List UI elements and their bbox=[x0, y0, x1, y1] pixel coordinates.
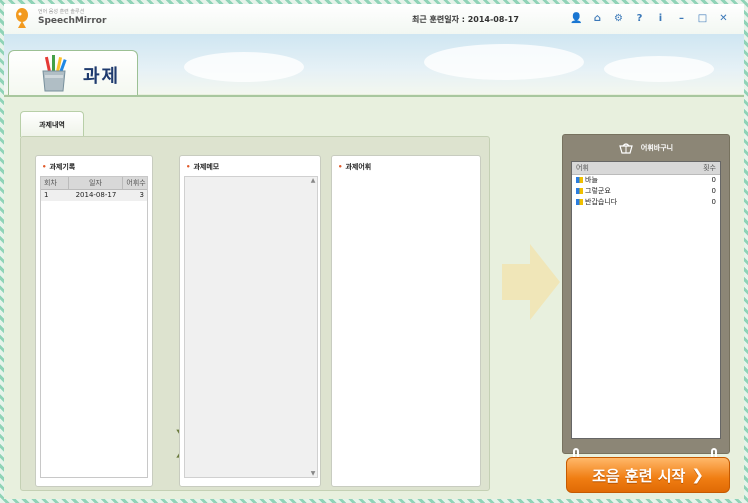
gear-icon[interactable]: ⚙ bbox=[608, 10, 629, 26]
word-count: 0 bbox=[711, 198, 716, 206]
cloud-decoration bbox=[424, 44, 584, 80]
word-label: 바늘 bbox=[576, 175, 598, 186]
home-icon[interactable]: ⌂ bbox=[587, 10, 608, 26]
basket-list: 어휘 횟수 바늘 0 그렇군요 0 반갑습니다 0 bbox=[571, 161, 721, 439]
history-table: 회차 일자 어휘수 1 2014-08-17 3 bbox=[40, 176, 148, 478]
recent-training-date: 최근 훈련일자 : 2014-08-17 bbox=[412, 15, 519, 24]
cell-date: 2014-08-17 bbox=[75, 191, 117, 199]
word-label: 그렇군요 bbox=[576, 186, 611, 197]
window-toolbar: 👤 ⌂ ⚙ ? i – □ ✕ bbox=[566, 10, 734, 26]
word-icon bbox=[576, 188, 583, 194]
maximize-icon[interactable]: □ bbox=[692, 10, 713, 26]
pencil-cup-icon bbox=[42, 55, 67, 92]
word-icon bbox=[576, 199, 583, 205]
start-articulation-training-button[interactable]: 조음 훈련 시작 ❯ bbox=[566, 457, 730, 493]
page-title: 과제 bbox=[83, 66, 121, 87]
app-window: 언어 음성 훈련 솔루션 SpeechMirror 최근 훈련일자 : 2014… bbox=[0, 0, 748, 503]
column-header[interactable]: 어휘수 bbox=[123, 177, 147, 189]
list-item[interactable]: 그렇군요 0 bbox=[572, 186, 720, 197]
memo-textarea[interactable]: ▲ ▼ bbox=[184, 176, 318, 478]
column-header[interactable]: 회차 bbox=[41, 177, 69, 189]
word-count: 0 bbox=[711, 176, 716, 184]
column-header[interactable]: 일자 bbox=[69, 177, 124, 189]
chevron-right-icon: ❯ bbox=[691, 466, 704, 484]
memo-scrollbar[interactable]: ▲ ▼ bbox=[309, 177, 317, 477]
word-icon bbox=[576, 177, 583, 183]
table-header: 어휘 횟수 bbox=[572, 162, 720, 175]
tab-assignment-history[interactable]: 과제내역 bbox=[20, 111, 84, 137]
title-bar: 언어 음성 훈련 솔루션 SpeechMirror 최근 훈련일자 : 2014… bbox=[4, 4, 744, 34]
column-header[interactable]: 어휘 bbox=[576, 162, 589, 174]
list-item[interactable]: 반갑습니다 0 bbox=[572, 197, 720, 208]
main-panel: •과제기록 회차 일자 어휘수 1 2014-08-17 3 ❯ bbox=[20, 136, 490, 491]
app-subtitle: 언어 음성 훈련 솔루션 bbox=[38, 9, 85, 15]
cloud-decoration bbox=[604, 56, 714, 82]
info-icon[interactable]: i bbox=[650, 10, 671, 26]
cloud-decoration bbox=[184, 52, 304, 82]
cell-round: 1 bbox=[44, 191, 49, 199]
memo-title: • 과제메모 bbox=[186, 163, 220, 171]
table-header: 회차 일자 어휘수 bbox=[41, 177, 147, 190]
memo-card: • 과제메모 ▲ ▼ bbox=[179, 155, 321, 487]
start-button-label: 조음 훈련 시작 bbox=[592, 466, 686, 485]
history-title: • 과제기록 bbox=[42, 163, 76, 171]
word-basket-panel: 어휘바구니 어휘 횟수 바늘 0 그렇군요 0 반갑습니다 0 bbox=[562, 134, 730, 454]
list-item[interactable]: 바늘 0 bbox=[572, 175, 720, 186]
column-header[interactable]: 횟수 bbox=[703, 162, 716, 174]
word-label: 반갑습니다 bbox=[576, 197, 617, 208]
minimize-icon[interactable]: – bbox=[671, 10, 692, 26]
basket-icon bbox=[619, 143, 633, 154]
vocab-title: • 과제어휘 bbox=[338, 163, 372, 171]
history-card: • 과제기록 회차 일자 어휘수 1 2014-08-17 3 bbox=[35, 155, 153, 487]
cell-count: 3 bbox=[139, 191, 145, 199]
app-name: SpeechMirror bbox=[38, 16, 107, 26]
help-icon[interactable]: ? bbox=[629, 10, 650, 26]
user-icon[interactable]: 👤 bbox=[566, 10, 587, 26]
app-inner: 언어 음성 훈련 솔루션 SpeechMirror 최근 훈련일자 : 2014… bbox=[4, 4, 744, 499]
divider bbox=[4, 95, 744, 97]
table-row[interactable]: 1 2014-08-17 3 bbox=[41, 190, 147, 201]
word-count: 0 bbox=[711, 187, 716, 195]
section-tab: 과제 bbox=[8, 50, 138, 96]
vocab-card: • 과제어휘 bbox=[331, 155, 481, 487]
close-icon[interactable]: ✕ bbox=[713, 10, 734, 26]
arrow-right-icon bbox=[502, 244, 560, 320]
basket-title: 어휘바구니 bbox=[563, 141, 729, 155]
app-logo-icon bbox=[16, 8, 28, 28]
